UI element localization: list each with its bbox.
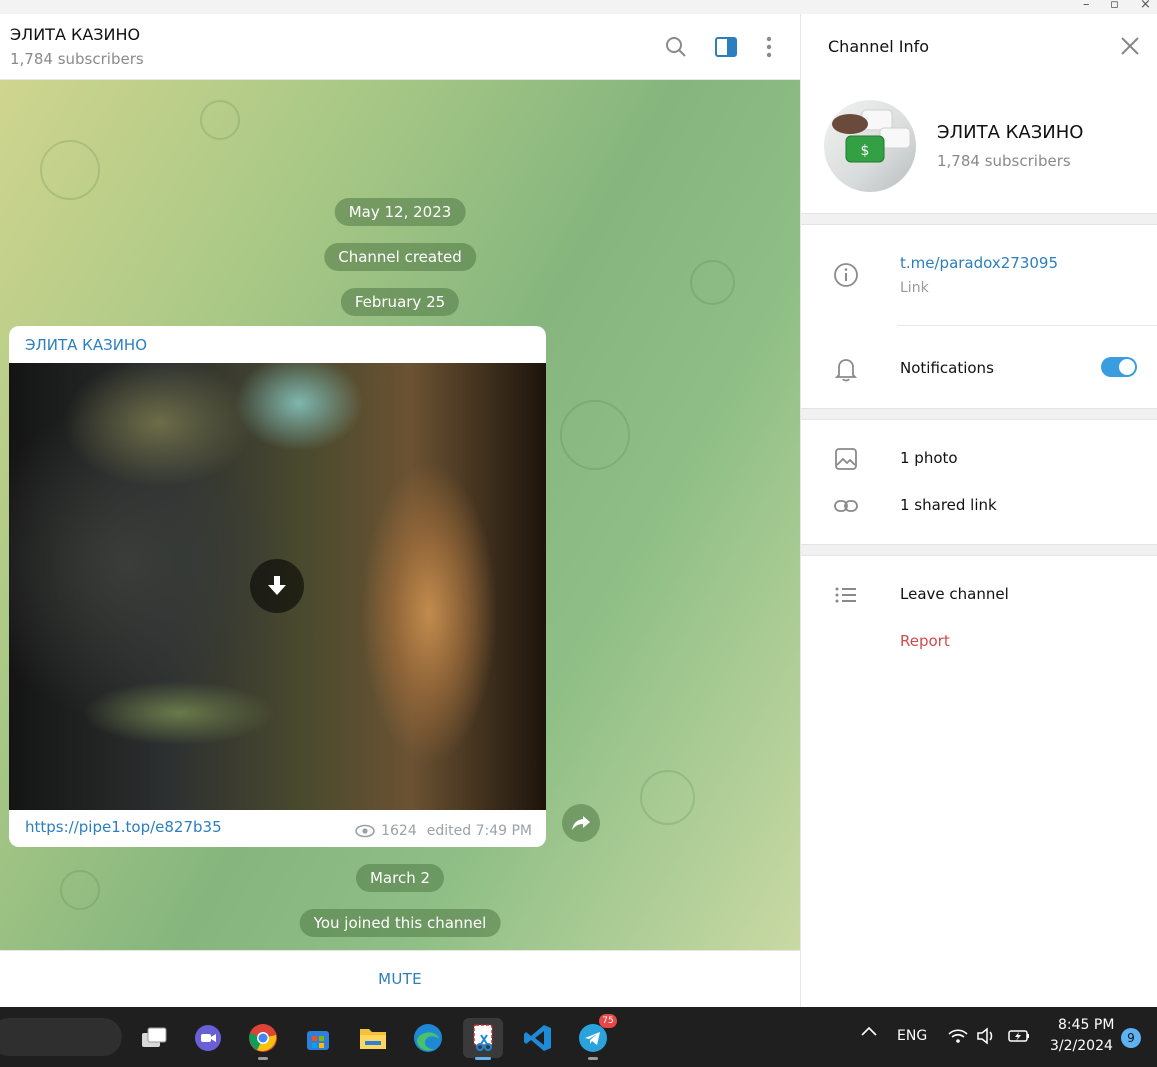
post-edited-time: edited 7:49 PM [426,823,532,839]
chat-title[interactable]: ЭЛИТА КАЗИНО [10,25,140,44]
leave-channel-button[interactable]: Leave channel [900,585,1009,603]
store-icon[interactable] [298,1018,338,1058]
row-divider [897,325,1157,326]
minimize-icon[interactable]: – [1083,0,1090,12]
share-button[interactable] [562,804,600,842]
section-divider [801,544,1157,556]
section-divider [801,408,1157,420]
taskbar-search[interactable] [0,1018,122,1056]
notifications-label: Notifications [900,359,994,377]
svg-text:$: $ [861,143,870,159]
active-indicator [475,1057,491,1060]
clock-date[interactable]: 3/2/2024 [1050,1038,1113,1054]
edge-icon[interactable] [408,1018,448,1058]
background-doodle [560,400,630,470]
views-eye-icon [355,824,375,838]
info-icon [833,262,859,288]
running-indicator [588,1057,598,1060]
channel-post[interactable]: ЭЛИТА КАЗИНО https://pipe1.top/e827b35 1… [9,326,546,847]
search-icon[interactable] [663,34,689,60]
channel-subscribers: 1,784 subscribers [937,152,1071,170]
download-button[interactable] [250,559,304,613]
running-indicator [258,1057,268,1060]
post-meta: 1624 edited 7:49 PM [355,823,532,839]
wifi-icon[interactable] [947,1027,969,1049]
download-arrow-icon [268,576,286,595]
window-titlebar: – ▫ × [0,0,1157,14]
notifications-toggle[interactable] [1101,357,1137,377]
background-doodle [690,260,735,305]
channel-info-panel: Channel Info $ ЭЛИТА КАЗИНО 1,784 subscr… [800,14,1157,1007]
clock-time[interactable]: 8:45 PM [1058,1017,1114,1033]
channel-avatar[interactable]: $ [824,100,916,192]
list-icon [833,582,859,608]
more-options-icon[interactable] [756,34,782,60]
vscode-icon[interactable] [518,1018,558,1058]
volume-icon[interactable] [976,1027,998,1049]
photo-icon [833,446,859,472]
task-view-icon[interactable] [134,1018,174,1058]
link-icon [833,493,859,519]
background-doodle [640,770,695,825]
chat-area: May 12, 2023 Channel created February 25… [0,80,800,950]
taskbar: 75 ENG 8:45 PM 3/2/2024 9 [0,1007,1157,1067]
post-photo[interactable] [9,363,546,810]
telegram-icon[interactable]: 75 [573,1014,617,1060]
channel-name: ЭЛИТА КАЗИНО [937,122,1084,143]
telegram-unread-badge: 75 [599,1014,617,1028]
file-explorer-icon[interactable] [353,1018,393,1058]
post-author[interactable]: ЭЛИТА КАЗИНО [25,336,147,354]
sidebar-toggle-icon[interactable] [713,34,739,60]
language-indicator[interactable]: ENG [897,1028,927,1044]
battery-icon[interactable] [1007,1027,1031,1049]
channel-link[interactable]: t.me/paradox273095 [900,254,1058,272]
post-link[interactable]: https://pipe1.top/e827b35 [25,818,222,836]
chat-subscribers: 1,784 subscribers [10,50,144,68]
date-badge: February 25 [340,288,460,316]
service-message: Channel created [324,243,476,271]
share-arrow-icon [572,816,590,830]
snipping-tool-icon[interactable] [463,1018,503,1060]
photos-count[interactable]: 1 photo [900,449,958,467]
background-doodle [200,100,240,140]
close-icon[interactable] [1119,35,1143,59]
report-button[interactable]: Report [900,632,950,650]
video-call-app-icon[interactable] [188,1018,228,1058]
date-badge: May 12, 2023 [334,198,466,226]
mute-bar: MUTE [0,950,800,1007]
service-message: You joined this channel [299,909,501,937]
date-badge: March 2 [355,864,445,892]
close-window-icon[interactable]: × [1140,0,1151,12]
post-views: 1624 [381,823,417,839]
bell-icon [833,356,859,382]
notification-count-badge[interactable]: 9 [1121,1028,1141,1048]
maximize-icon[interactable]: ▫ [1110,0,1119,12]
section-divider [801,213,1157,225]
mute-button[interactable]: MUTE [378,970,422,988]
chrome-icon[interactable] [243,1018,283,1060]
shared-links-count[interactable]: 1 shared link [900,496,997,514]
channel-link-caption: Link [900,280,929,296]
chevron-up-icon[interactable] [860,1025,878,1041]
info-panel-title: Channel Info [828,37,930,56]
chat-header: ЭЛИТА КАЗИНО 1,784 subscribers [0,14,800,80]
background-doodle [40,140,100,200]
background-doodle [60,870,100,910]
